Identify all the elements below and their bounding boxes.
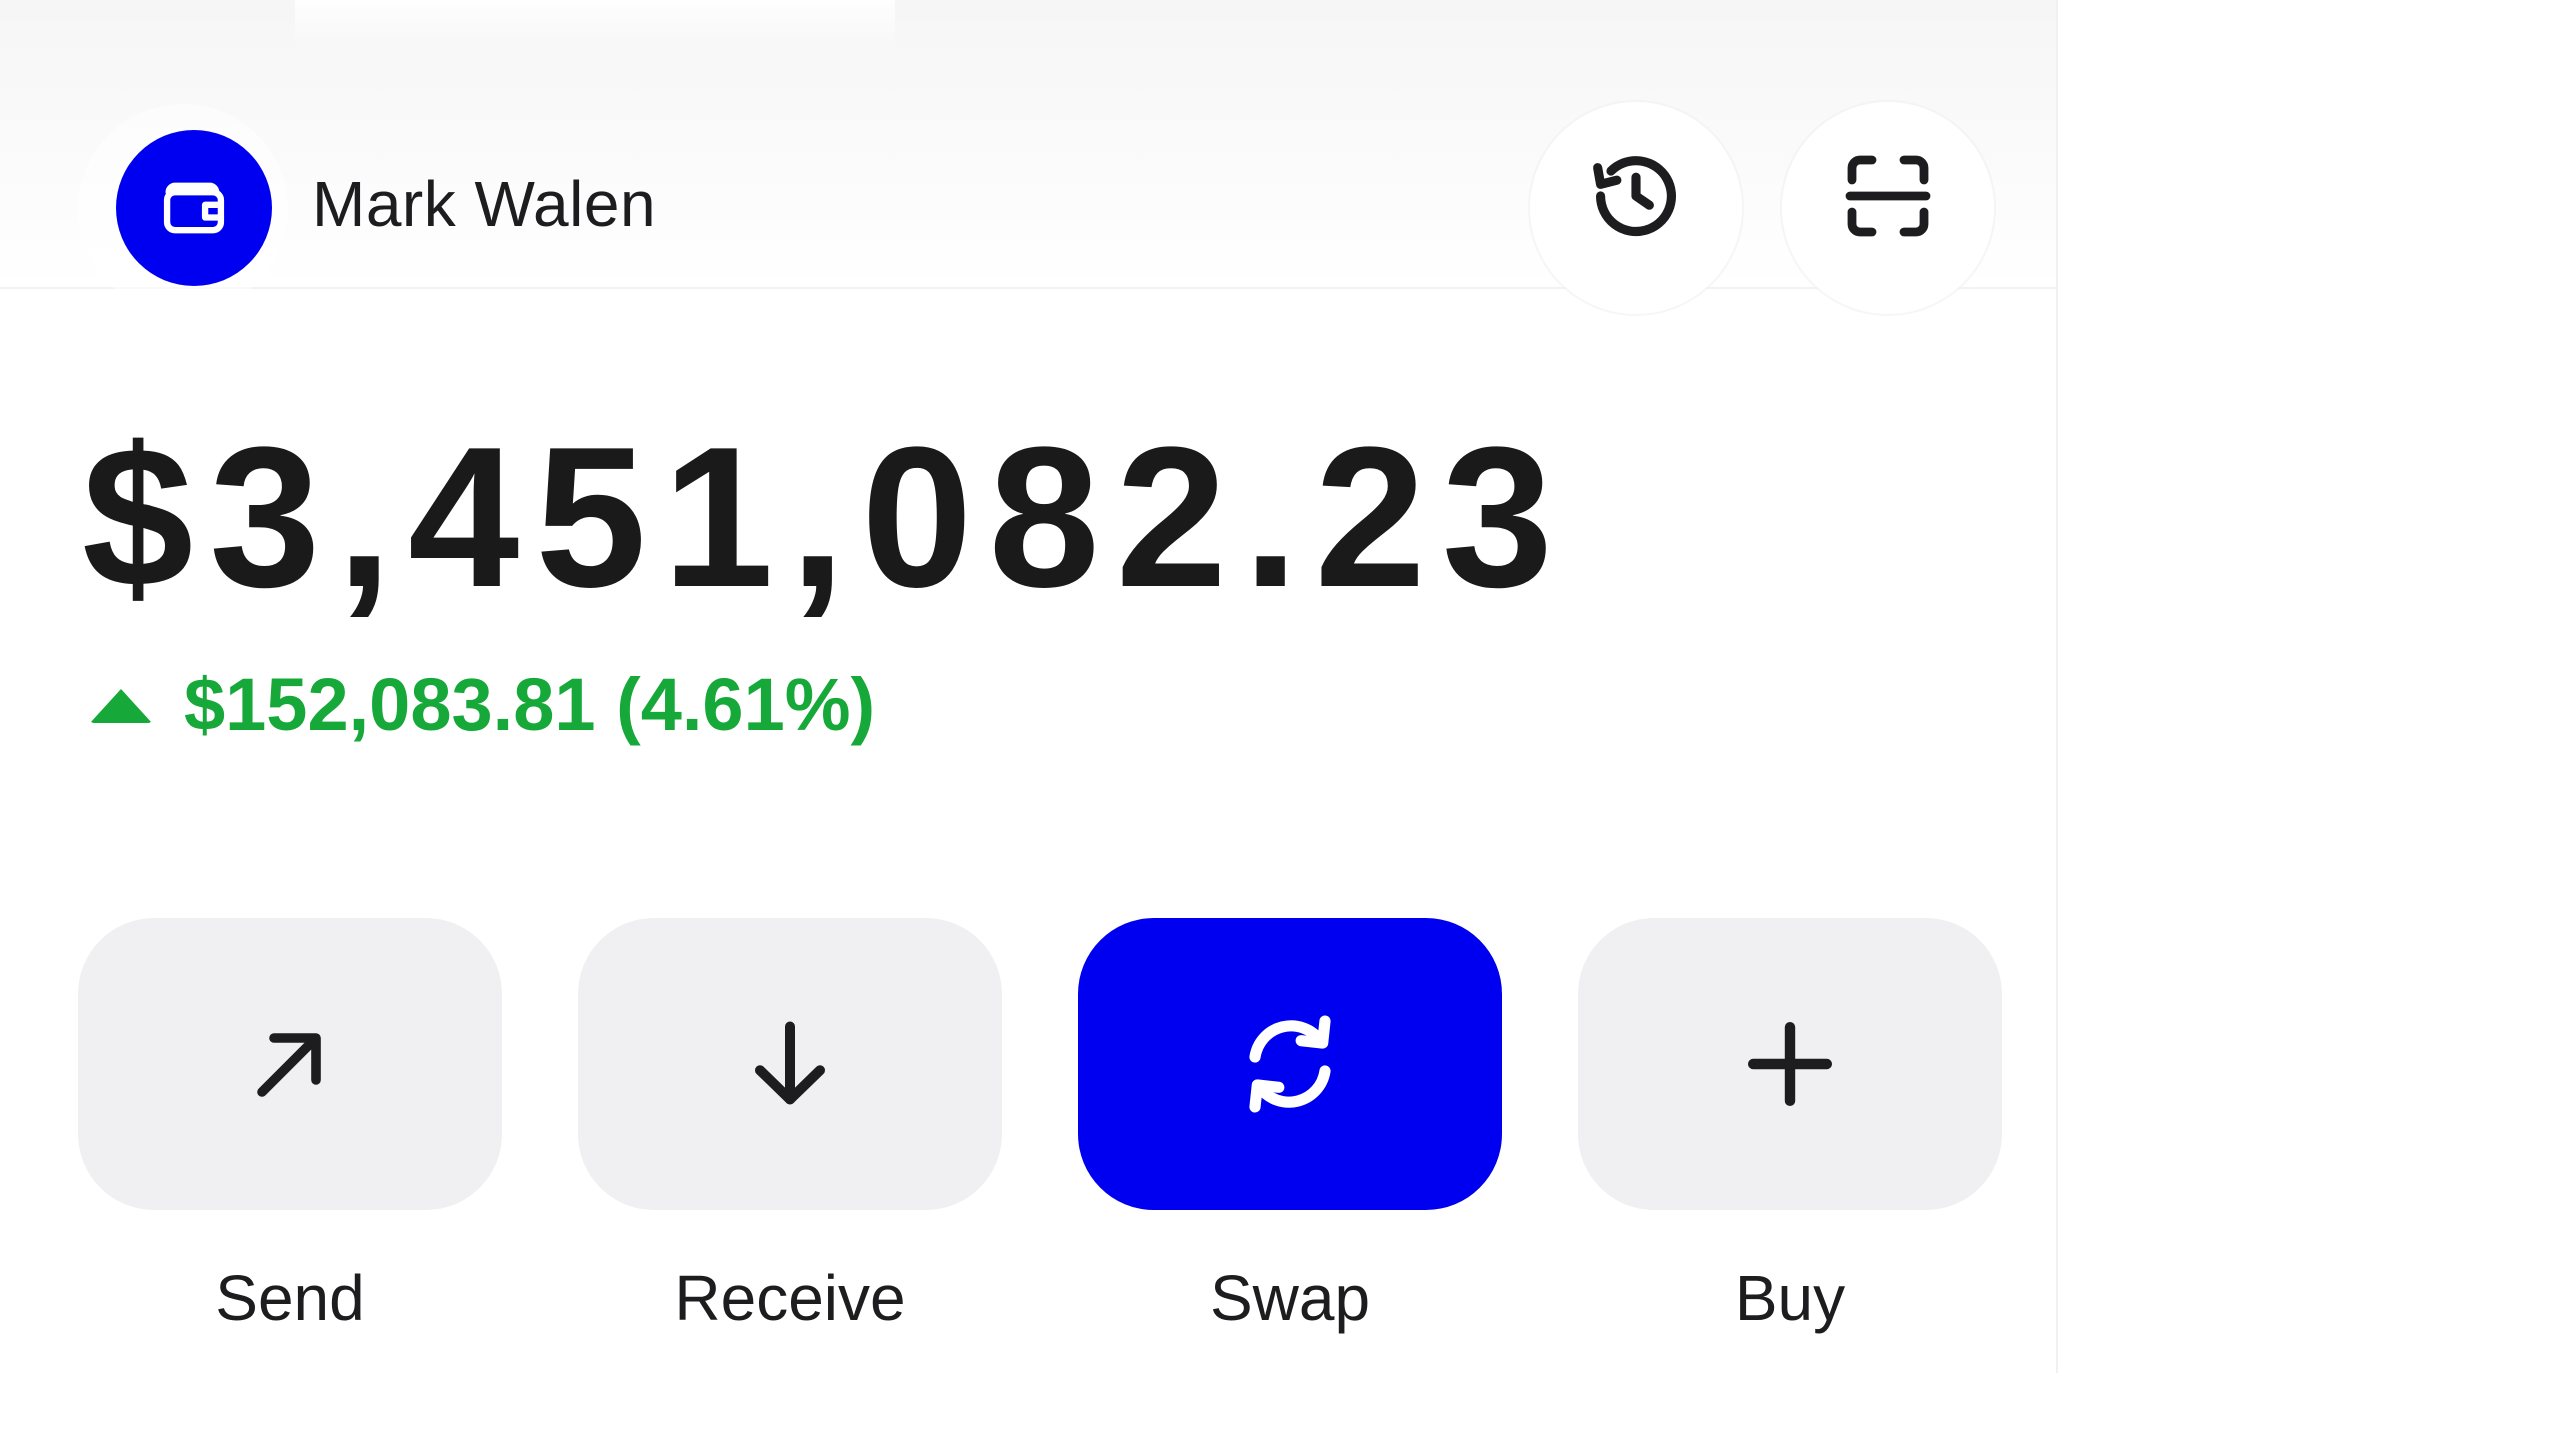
triangle-up-icon (90, 689, 152, 723)
receive-action[interactable]: Receive (578, 918, 1002, 1338)
send-label: Send (215, 1262, 365, 1334)
wallet-icon (163, 182, 225, 234)
balance-change: $152,083.81 (4.61%) (90, 668, 875, 742)
buy-button[interactable] (1578, 918, 2002, 1210)
buy-label: Buy (1734, 1262, 1846, 1334)
wallet-header (0, 0, 2056, 289)
swap-action[interactable]: Swap (1078, 918, 1502, 1338)
account-avatar[interactable] (116, 130, 272, 286)
buy-action[interactable]: Buy (1578, 918, 2002, 1338)
quick-actions: Send Receive Swap Buy (78, 918, 2002, 1338)
wallet-panel: Mark Walen $3,451,082.23 $152,083.81 (4.… (0, 0, 2058, 1373)
total-balance: $3,451,082.23 (82, 406, 1570, 629)
swap-label: Swap (1209, 1262, 1371, 1334)
plus-icon (1747, 1021, 1833, 1107)
account-name[interactable]: Mark Walen (312, 172, 656, 236)
receive-label: Receive (674, 1262, 906, 1334)
receive-button[interactable] (578, 918, 1002, 1210)
send-action[interactable]: Send (78, 918, 502, 1338)
arrow-up-right-icon (257, 1033, 321, 1097)
send-button[interactable] (78, 918, 502, 1210)
history-button[interactable] (1530, 102, 1742, 314)
balance-change-value: $152,083.81 (4.61%) (184, 663, 876, 746)
arrow-down-icon (755, 1021, 826, 1105)
swap-button[interactable] (1078, 918, 1502, 1210)
swap-icon (1249, 1015, 1331, 1113)
scan-icon (1845, 155, 1931, 237)
history-icon (1593, 156, 1676, 237)
scan-button[interactable] (1782, 102, 1994, 314)
header-fade (295, 0, 895, 50)
